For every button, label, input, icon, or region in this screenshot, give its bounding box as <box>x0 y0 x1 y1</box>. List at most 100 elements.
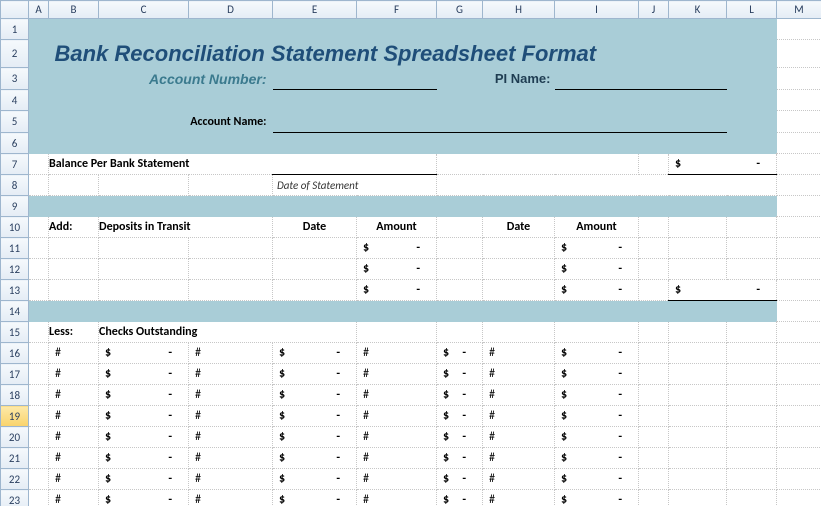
check-amt-r18-2[interactable]: $- <box>273 385 357 406</box>
check-num-r20-4[interactable]: # <box>483 427 555 448</box>
row-11[interactable]: 11 $- $- <box>1 238 821 259</box>
deposit-date-1b[interactable] <box>483 238 555 259</box>
check-num-r21-4[interactable]: # <box>483 448 555 469</box>
row-6[interactable]: 6 <box>1 133 821 154</box>
check-amt-r22-4[interactable]: $- <box>555 469 639 490</box>
row-21[interactable]: 21#$-#$-#$-#$- <box>1 448 821 469</box>
balance-amount[interactable]: $- <box>669 154 777 175</box>
row-header-18[interactable]: 18 <box>1 385 29 406</box>
check-amt-r16-1[interactable]: $- <box>99 343 189 364</box>
row-20[interactable]: 20#$-#$-#$-#$- <box>1 427 821 448</box>
check-amt-r23-4[interactable]: $- <box>555 490 639 506</box>
check-amt-r17-4[interactable]: $- <box>555 364 639 385</box>
row-2[interactable]: 2 Bank Reconciliation Statement Spreadsh… <box>1 40 821 68</box>
row-23[interactable]: 23#$-#$-#$-#$- <box>1 490 821 506</box>
row-header-3[interactable]: 3 <box>1 68 29 90</box>
row-header-8[interactable]: 8 <box>1 175 29 196</box>
check-amt-r16-3[interactable]: $- <box>437 343 483 364</box>
check-num-r16-4[interactable]: # <box>483 343 555 364</box>
row-header-22[interactable]: 22 <box>1 469 29 490</box>
row-15[interactable]: 15 Less: Checks Outstanding <box>1 322 821 343</box>
row-header-6[interactable]: 6 <box>1 133 29 154</box>
check-amt-r21-1[interactable]: $- <box>99 448 189 469</box>
check-amt-r21-3[interactable]: $- <box>437 448 483 469</box>
deposits-subtotal[interactable]: $- <box>669 280 777 301</box>
col-K[interactable]: K <box>669 1 727 19</box>
check-num-r20-2[interactable]: # <box>189 427 273 448</box>
select-all-corner[interactable] <box>1 1 29 19</box>
col-H[interactable]: H <box>483 1 555 19</box>
check-num-r22-1[interactable]: # <box>49 469 99 490</box>
check-num-r22-3[interactable]: # <box>357 469 437 490</box>
check-amt-r22-3[interactable]: $- <box>437 469 483 490</box>
row-header-5[interactable]: 5 <box>1 111 29 133</box>
row-header-2[interactable]: 2 <box>1 40 29 68</box>
check-num-r18-4[interactable]: # <box>483 385 555 406</box>
row-10[interactable]: 10 Add: Deposits in Transit Date Amount … <box>1 217 821 238</box>
check-amt-r17-3[interactable]: $- <box>437 364 483 385</box>
check-amt-r21-2[interactable]: $- <box>273 448 357 469</box>
row-header-1[interactable]: 1 <box>1 19 29 40</box>
check-num-r21-3[interactable]: # <box>357 448 437 469</box>
col-L[interactable]: L <box>727 1 777 19</box>
check-num-r16-2[interactable]: # <box>189 343 273 364</box>
check-num-r20-3[interactable]: # <box>357 427 437 448</box>
deposit-amount-2a[interactable]: $- <box>357 259 437 280</box>
check-amt-r20-3[interactable]: $- <box>437 427 483 448</box>
check-amt-r19-2[interactable]: $- <box>273 406 357 427</box>
check-amt-r16-4[interactable]: $- <box>555 343 639 364</box>
deposit-amount-3b[interactable]: $- <box>555 280 639 301</box>
input-account-number[interactable] <box>273 68 437 90</box>
check-amt-r18-3[interactable]: $- <box>437 385 483 406</box>
row-header-11[interactable]: 11 <box>1 238 29 259</box>
check-num-r23-1[interactable]: # <box>49 490 99 506</box>
row-header-15[interactable]: 15 <box>1 322 29 343</box>
row-8[interactable]: 8 Date of Statement <box>1 175 821 196</box>
row-16[interactable]: 16#$-#$-#$-#$- <box>1 343 821 364</box>
col-A[interactable]: A <box>29 1 49 19</box>
spreadsheet-grid[interactable]: A B C D E F G H I J K L M 1 2 Bank Recon… <box>0 0 821 506</box>
check-num-r19-1[interactable]: # <box>49 406 99 427</box>
col-I[interactable]: I <box>555 1 639 19</box>
check-num-r18-3[interactable]: # <box>357 385 437 406</box>
check-num-r23-4[interactable]: # <box>483 490 555 506</box>
row-17[interactable]: 17#$-#$-#$-#$- <box>1 364 821 385</box>
row-9[interactable]: 9 <box>1 196 821 217</box>
col-M[interactable]: M <box>777 1 821 19</box>
check-num-r17-1[interactable]: # <box>49 364 99 385</box>
check-amt-r20-2[interactable]: $- <box>273 427 357 448</box>
check-num-r17-2[interactable]: # <box>189 364 273 385</box>
check-amt-r20-1[interactable]: $- <box>99 427 189 448</box>
row-5[interactable]: 5 Account Name: <box>1 111 821 133</box>
row-header-21[interactable]: 21 <box>1 448 29 469</box>
row-header-13[interactable]: 13 <box>1 280 29 301</box>
input-pi-name[interactable] <box>555 68 727 90</box>
check-amt-r23-2[interactable]: $- <box>273 490 357 506</box>
row-13[interactable]: 13 $- $- $- <box>1 280 821 301</box>
deposit-amount-1b[interactable]: $- <box>555 238 639 259</box>
row-header-12[interactable]: 12 <box>1 259 29 280</box>
row-header-19[interactable]: 19 <box>1 406 29 427</box>
check-num-r16-3[interactable]: # <box>357 343 437 364</box>
check-num-r19-2[interactable]: # <box>189 406 273 427</box>
check-amt-r22-1[interactable]: $- <box>99 469 189 490</box>
row-19[interactable]: 19#$-#$-#$-#$- <box>1 406 821 427</box>
deposit-date-3b[interactable] <box>483 280 555 301</box>
row-7[interactable]: 7 Balance Per Bank Statement $- <box>1 154 821 175</box>
check-num-r21-2[interactable]: # <box>189 448 273 469</box>
row-1[interactable]: 1 <box>1 19 821 40</box>
column-header-row[interactable]: A B C D E F G H I J K L M <box>1 1 821 19</box>
check-amt-r20-4[interactable]: $- <box>555 427 639 448</box>
col-B[interactable]: B <box>49 1 99 19</box>
col-C[interactable]: C <box>99 1 189 19</box>
check-amt-r19-4[interactable]: $- <box>555 406 639 427</box>
col-F[interactable]: F <box>357 1 437 19</box>
check-num-r17-3[interactable]: # <box>357 364 437 385</box>
check-amt-r22-2[interactable]: $- <box>273 469 357 490</box>
check-amt-r19-3[interactable]: $- <box>437 406 483 427</box>
row-header-20[interactable]: 20 <box>1 427 29 448</box>
check-amt-r18-4[interactable]: $- <box>555 385 639 406</box>
check-num-r23-3[interactable]: # <box>357 490 437 506</box>
col-J[interactable]: J <box>639 1 669 19</box>
check-num-r16-1[interactable]: # <box>49 343 99 364</box>
